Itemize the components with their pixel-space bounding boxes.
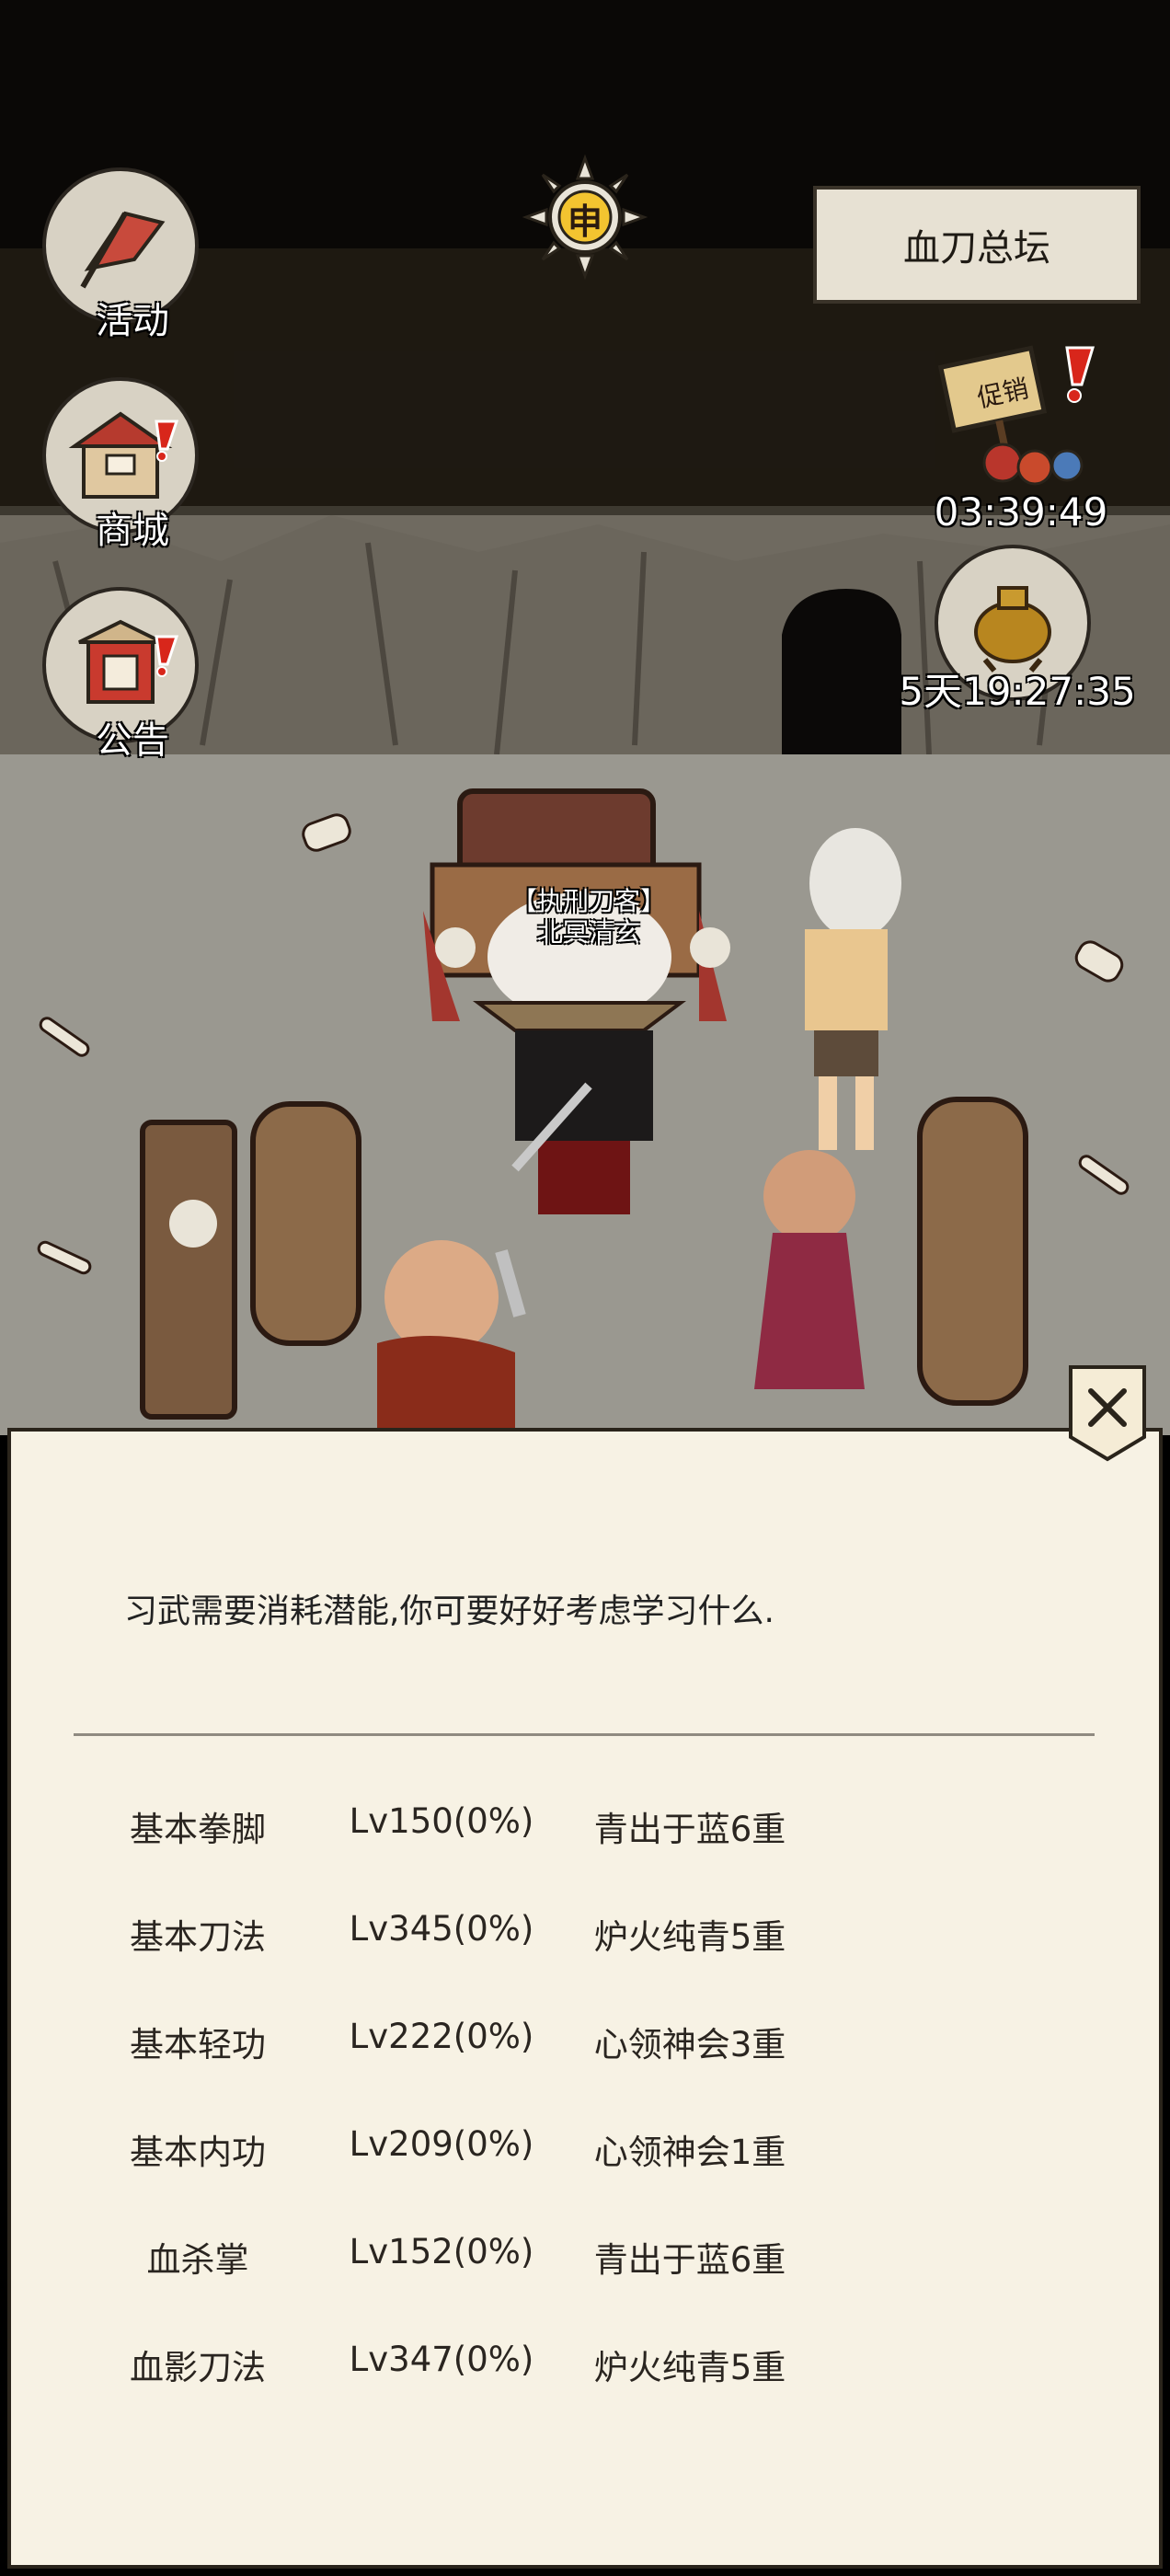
sidebar-item-label: 公告: [96, 719, 169, 762]
hour-char: 申: [567, 201, 602, 242]
promotion-icon: [937, 345, 1095, 486]
alert-badge-icon: [149, 420, 180, 462]
npc-old-man: [754, 1150, 865, 1389]
skill-stage: 炉火纯青5重: [593, 1917, 786, 1957]
skill-level: Lv209(0%): [349, 2124, 534, 2164]
skill-name: 基本拳脚: [130, 1810, 266, 1849]
cave-entrance: [782, 589, 901, 773]
skill-row[interactable]: 基本刀法 Lv345(0%) 炉火纯青5重: [0, 1909, 1170, 1983]
sidebar-item-shop[interactable]: 商城: [40, 377, 224, 554]
skill-name: 血影刀法: [130, 2348, 266, 2387]
skill-level: Lv222(0%): [349, 2017, 534, 2056]
skill-list: 基本拳脚 Lv150(0%) 青出于蓝6重 基本刀法 Lv345(0%) 炉火纯…: [0, 1801, 1170, 2387]
divider: [74, 1733, 1095, 1736]
skill-stage: 青出于蓝6重: [593, 2240, 786, 2280]
alert-badge-icon: [1065, 346, 1095, 386]
skill-name: 血杀掌: [146, 2240, 249, 2280]
alert-badge-icon: [149, 635, 180, 677]
skill-row[interactable]: 血杀掌 Lv152(0%) 青出于蓝6重: [0, 2232, 1170, 2306]
skill-stage: 青出于蓝6重: [593, 1810, 786, 1849]
pillar-right: [917, 1097, 1028, 1406]
npc-monk: [377, 1240, 526, 1435]
sidebar-item-label: 活动: [96, 300, 169, 342]
skill-stage: 心领神会1重: [593, 2133, 786, 2172]
skill-level: Lv347(0%): [349, 2340, 534, 2379]
skill-row[interactable]: 基本拳脚 Lv150(0%) 青出于蓝6重: [0, 1801, 1170, 1875]
skill-level: Lv345(0%): [349, 1909, 534, 1949]
pillar-left: [250, 1101, 361, 1346]
skull-icon: [169, 1200, 217, 1248]
skill-name: 基本轻功: [130, 2025, 266, 2064]
skill-row[interactable]: 血影刀法 Lv347(0%) 炉火纯青5重: [0, 2340, 1170, 2413]
skill-stage: 炉火纯青5重: [593, 2348, 786, 2387]
promotion-timer: 03:39:49: [934, 489, 1108, 535]
close-icon: [1069, 1365, 1146, 1462]
npc-name[interactable]: 北冥清玄: [478, 913, 699, 949]
skill-level: Lv150(0%): [349, 1801, 534, 1841]
skill-name: 基本刀法: [130, 1917, 266, 1957]
skull-icon: [435, 927, 476, 968]
skill-stage: 心领神会3重: [593, 2025, 786, 2064]
treasure-timer: 5天19:27:35: [899, 669, 1136, 714]
skill-level: Lv152(0%): [349, 2232, 534, 2271]
skill-row[interactable]: 基本内功 Lv209(0%) 心领神会1重: [0, 2124, 1170, 2198]
cave-floor: [0, 754, 1170, 1435]
sidebar-item-label: 商城: [96, 510, 169, 552]
sidebar-item-notice[interactable]: 公告: [40, 587, 224, 764]
coffin-left: [140, 1120, 237, 1420]
skill-name: 基本内功: [130, 2133, 266, 2172]
dialog-prompt: 习武需要消耗潜能,你可要好好考虑学习什么.: [124, 1593, 774, 1630]
skill-row[interactable]: 基本轻功 Lv222(0%) 心领神会3重: [0, 2017, 1170, 2090]
npc-white-hair: [805, 828, 901, 1150]
time-sun-clock: 申: [522, 154, 648, 281]
close-button[interactable]: [1067, 1363, 1148, 1463]
sidebar-item-activity[interactable]: 活动: [40, 167, 224, 344]
location-banner: 血刀总坛: [813, 186, 1141, 304]
